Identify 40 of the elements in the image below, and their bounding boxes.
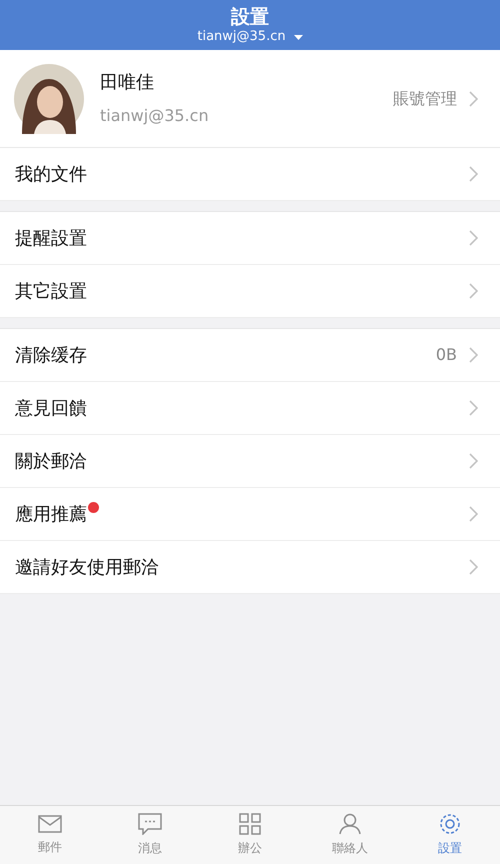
avatar — [14, 64, 84, 134]
row-value: 0B — [436, 344, 457, 366]
settings-row[interactable]: 其它設置 — [0, 265, 500, 318]
row-label: 關於郵洽 — [15, 450, 87, 474]
chevron-icon — [469, 90, 478, 106]
user-name: 田唯佳 — [100, 71, 155, 95]
chevron-icon — [469, 559, 478, 575]
tab-bar-item[interactable]: 設置 — [400, 806, 500, 864]
chevron-icon — [469, 453, 478, 469]
row-label: 應用推薦 — [15, 502, 87, 526]
row-label: 其它設置 — [15, 280, 87, 304]
settings-row[interactable]: 應用推薦 — [0, 488, 500, 541]
chevron-icon — [469, 230, 478, 246]
chat-bubble-icon — [138, 813, 162, 835]
settings-row[interactable]: 關於郵洽 — [0, 435, 500, 488]
row-label: 清除缓存 — [15, 344, 87, 368]
user-email: tianwj@35.cn — [100, 105, 209, 127]
grid-icon — [239, 813, 261, 835]
row-label: 提醒設置 — [15, 226, 87, 250]
chevron-icon — [469, 166, 478, 182]
account-management-label: 賬號管理 — [393, 88, 457, 110]
settings-row[interactable]: 意見回饋 — [0, 382, 500, 435]
person-icon — [339, 813, 361, 835]
row-label: 我的文件 — [15, 162, 87, 186]
row-label: 意見回饋 — [15, 396, 87, 420]
page-title: 設置 — [231, 5, 269, 29]
chevron-icon — [469, 506, 478, 522]
envelope-icon — [38, 814, 62, 834]
chevron-icon — [469, 283, 478, 299]
chevron-icon — [469, 400, 478, 416]
settings-row[interactable]: 我的文件 — [0, 148, 500, 201]
settings-icon — [439, 813, 461, 835]
row-label: 邀請好友使用郵洽 — [15, 556, 159, 580]
profile-row[interactable]: 田唯佳 tianwj@35.cn 賬號管理 — [0, 50, 500, 148]
settings-row[interactable]: 提醒設置 — [0, 212, 500, 265]
settings-row[interactable]: 清除缓存 0B — [0, 329, 500, 382]
settings-row[interactable]: 邀請好友使用郵洽 — [0, 541, 500, 594]
account-switcher[interactable]: tianwj@35.cn — [197, 29, 303, 45]
caret-icon — [294, 34, 303, 40]
chevron-icon — [469, 347, 478, 363]
